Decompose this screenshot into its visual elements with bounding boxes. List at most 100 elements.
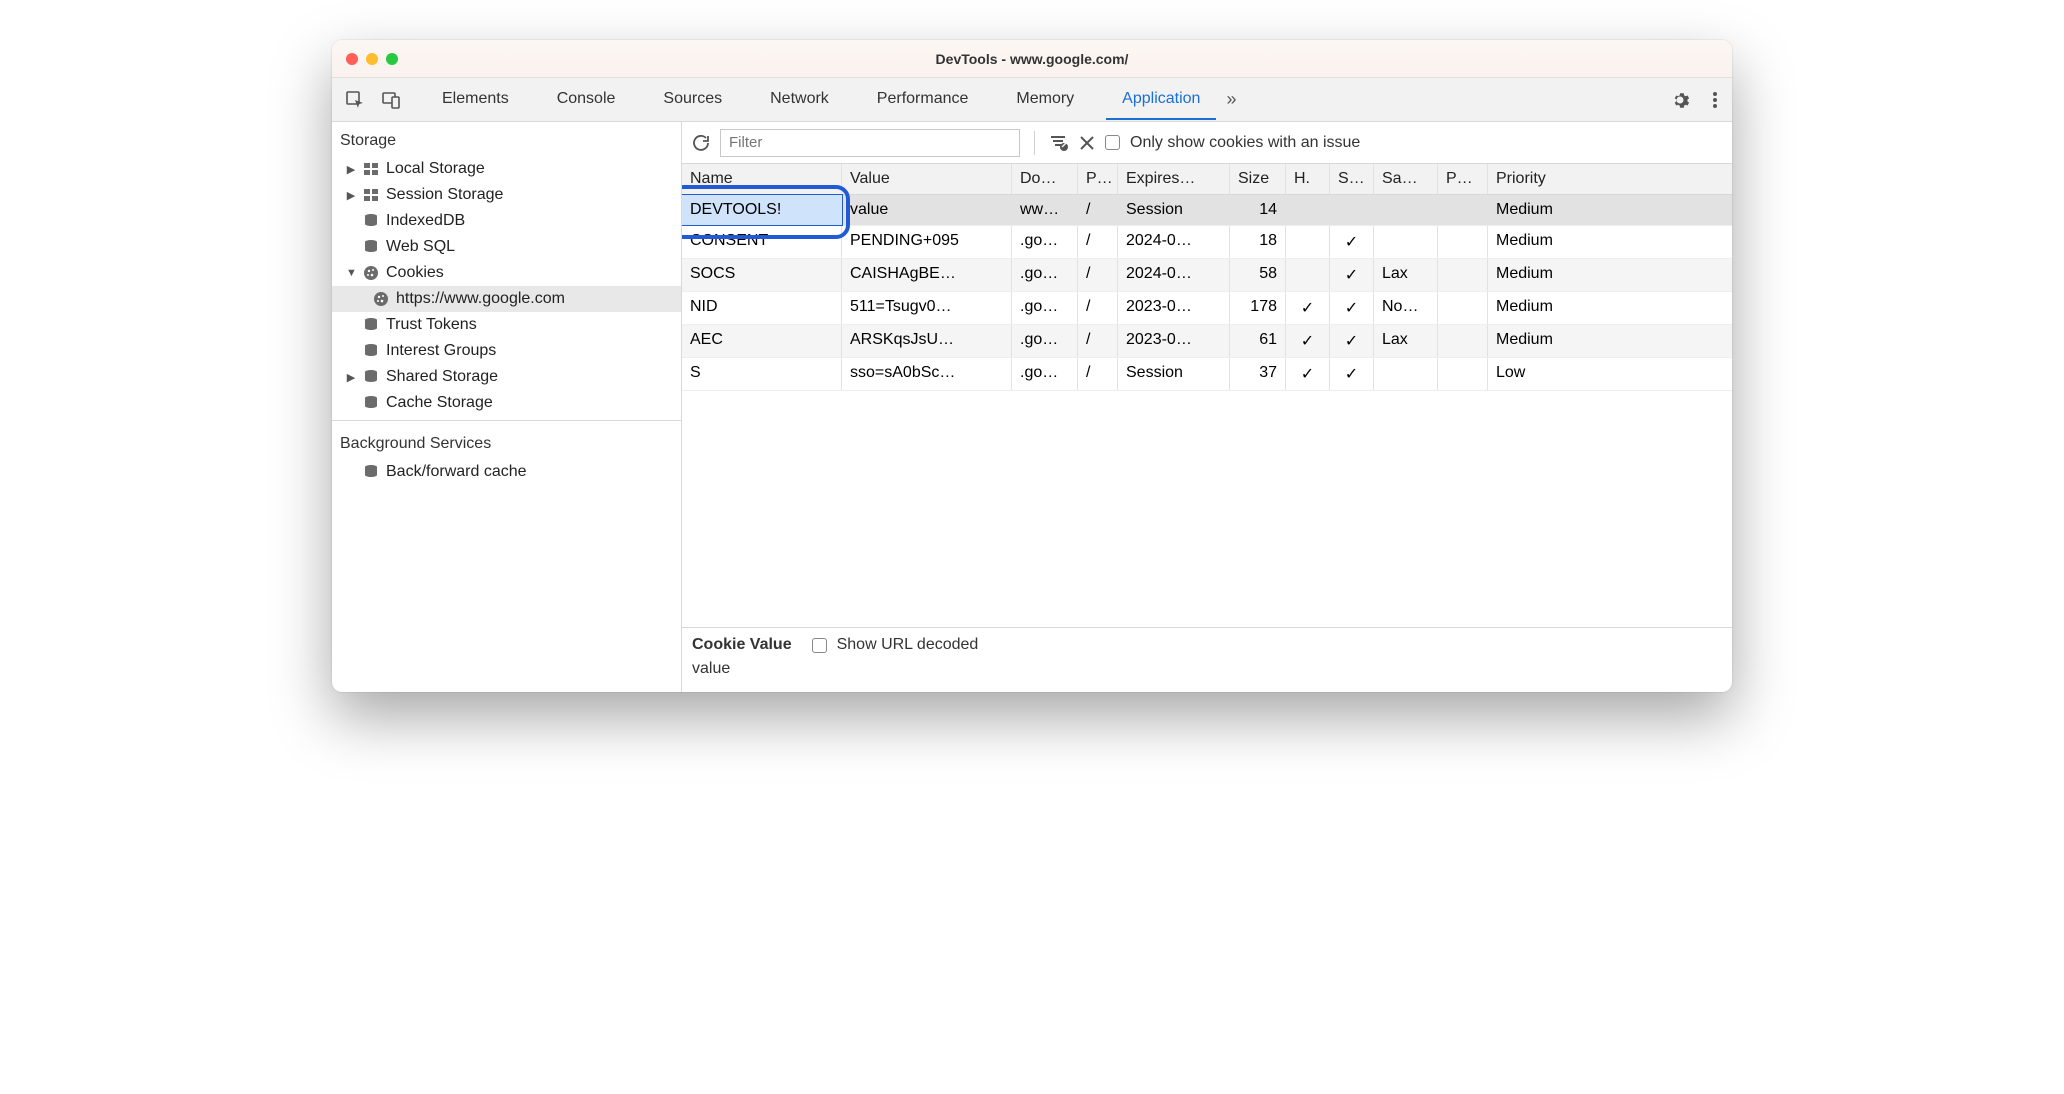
settings-gear-icon[interactable]: [1666, 86, 1694, 114]
cell-http[interactable]: [1286, 259, 1330, 291]
column-header[interactable]: P…: [1078, 164, 1118, 194]
cell-priority[interactable]: Medium: [1488, 226, 1628, 258]
clear-filtered-icon[interactable]: [1049, 134, 1069, 152]
cell-http[interactable]: ✓: [1286, 292, 1330, 324]
tab-sources[interactable]: Sources: [647, 80, 738, 120]
cell-domain[interactable]: .go…: [1012, 259, 1078, 291]
sidebar-item-web-sql[interactable]: ▶Web SQL: [332, 234, 681, 260]
more-tabs-button[interactable]: »: [1218, 89, 1244, 110]
cell-priority[interactable]: Medium: [1488, 292, 1628, 324]
tab-console[interactable]: Console: [541, 80, 632, 120]
sidebar-item-cache-storage[interactable]: ▶Cache Storage: [332, 390, 681, 416]
cell-domain[interactable]: .go…: [1012, 226, 1078, 258]
column-header[interactable]: Sa…: [1374, 164, 1438, 194]
clear-all-icon[interactable]: [1079, 135, 1095, 151]
show-url-decoded-checkbox[interactable]: Show URL decoded: [812, 636, 979, 654]
cell-path[interactable]: /: [1078, 292, 1118, 324]
cell-value[interactable]: sso=sA0bSc…: [842, 358, 1012, 390]
cell-partition[interactable]: [1438, 195, 1488, 225]
table-row[interactable]: CONSENTPENDING+095.go…/2024-0…18✓Medium: [682, 226, 1732, 259]
table-row[interactable]: SOCSCAISHAgBE….go…/2024-0…58✓LaxMedium: [682, 259, 1732, 292]
table-row[interactable]: NID511=Tsugv0….go…/2023-0…178✓✓No…Medium: [682, 292, 1732, 325]
column-header[interactable]: Do…: [1012, 164, 1078, 194]
cell-name[interactable]: SOCS: [682, 259, 842, 291]
cell-partition[interactable]: [1438, 226, 1488, 258]
disclosure-triangle-icon[interactable]: ▼: [346, 267, 356, 279]
tab-elements[interactable]: Elements: [426, 80, 525, 120]
cell-secure[interactable]: ✓: [1330, 226, 1374, 258]
disclosure-triangle-icon[interactable]: ▶: [346, 371, 356, 384]
cell-http[interactable]: ✓: [1286, 358, 1330, 390]
cell-samesite[interactable]: Lax: [1374, 325, 1438, 357]
cell-partition[interactable]: [1438, 325, 1488, 357]
cell-partition[interactable]: [1438, 292, 1488, 324]
cell-size[interactable]: 18: [1230, 226, 1286, 258]
column-header[interactable]: P…: [1438, 164, 1488, 194]
cell-value[interactable]: 511=Tsugv0…: [842, 292, 1012, 324]
refresh-icon[interactable]: [692, 134, 710, 152]
sidebar-item-local-storage[interactable]: ▶Local Storage: [332, 156, 681, 182]
column-header[interactable]: Value: [842, 164, 1012, 194]
more-options-icon[interactable]: [1708, 86, 1722, 114]
disclosure-triangle-icon[interactable]: ▶: [346, 189, 356, 202]
inspect-element-icon[interactable]: [342, 87, 368, 113]
cell-domain[interactable]: .go…: [1012, 292, 1078, 324]
cell-samesite[interactable]: No…: [1374, 292, 1438, 324]
cell-size[interactable]: 58: [1230, 259, 1286, 291]
cell-size[interactable]: 61: [1230, 325, 1286, 357]
cell-domain[interactable]: .go…: [1012, 325, 1078, 357]
table-row[interactable]: Ssso=sA0bSc….go…/Session37✓✓Low: [682, 358, 1732, 391]
cell-samesite[interactable]: Lax: [1374, 259, 1438, 291]
cell-expires[interactable]: 2023-0…: [1118, 325, 1230, 357]
cell-secure[interactable]: [1330, 195, 1374, 225]
sidebar-item-interest-groups[interactable]: ▶Interest Groups: [332, 338, 681, 364]
cell-partition[interactable]: [1438, 358, 1488, 390]
column-header[interactable]: S…: [1330, 164, 1374, 194]
column-header[interactable]: Name: [682, 164, 842, 194]
cell-path[interactable]: /: [1078, 358, 1118, 390]
cell-expires[interactable]: 2023-0…: [1118, 292, 1230, 324]
cell-secure[interactable]: ✓: [1330, 292, 1374, 324]
cell-name[interactable]: S: [682, 358, 842, 390]
tab-application[interactable]: Application: [1106, 80, 1216, 120]
column-header[interactable]: Priority: [1488, 164, 1628, 194]
sidebar-item-indexeddb[interactable]: ▶IndexedDB: [332, 208, 681, 234]
filter-input[interactable]: [720, 129, 1020, 157]
cell-samesite[interactable]: [1374, 358, 1438, 390]
disclosure-triangle-icon[interactable]: ▶: [346, 163, 356, 176]
cell-name[interactable]: NID: [682, 292, 842, 324]
cell-secure[interactable]: ✓: [1330, 325, 1374, 357]
cell-value[interactable]: CAISHAgBE…: [842, 259, 1012, 291]
cell-path[interactable]: /: [1078, 195, 1118, 225]
tab-performance[interactable]: Performance: [861, 80, 985, 120]
device-toolbar-icon[interactable]: [378, 87, 404, 113]
cell-path[interactable]: /: [1078, 226, 1118, 258]
cell-secure[interactable]: ✓: [1330, 259, 1374, 291]
cell-name[interactable]: AEC: [682, 325, 842, 357]
sidebar-item-trust-tokens[interactable]: ▶Trust Tokens: [332, 312, 681, 338]
only-issues-checkbox[interactable]: Only show cookies with an issue: [1105, 134, 1360, 152]
cell-samesite[interactable]: [1374, 226, 1438, 258]
cell-domain[interactable]: .go…: [1012, 358, 1078, 390]
cell-http[interactable]: [1286, 195, 1330, 225]
cell-expires[interactable]: Session: [1118, 358, 1230, 390]
tab-network[interactable]: Network: [754, 80, 845, 120]
sidebar-item-shared-storage[interactable]: ▶Shared Storage: [332, 364, 681, 390]
maximize-window-button[interactable]: [386, 53, 398, 65]
cell-samesite[interactable]: [1374, 195, 1438, 225]
sidebar-item-back-forward-cache[interactable]: ▶Back/forward cache: [332, 459, 681, 485]
cell-priority[interactable]: Medium: [1488, 195, 1628, 225]
close-window-button[interactable]: [346, 53, 358, 65]
cell-http[interactable]: ✓: [1286, 325, 1330, 357]
cell-path[interactable]: /: [1078, 325, 1118, 357]
cell-value[interactable]: ARSKqsJsU…: [842, 325, 1012, 357]
tab-memory[interactable]: Memory: [1000, 80, 1090, 120]
cell-size[interactable]: 37: [1230, 358, 1286, 390]
cell-value[interactable]: PENDING+095: [842, 226, 1012, 258]
cell-partition[interactable]: [1438, 259, 1488, 291]
minimize-window-button[interactable]: [366, 53, 378, 65]
table-row[interactable]: AECARSKqsJsU….go…/2023-0…61✓✓LaxMedium: [682, 325, 1732, 358]
column-header[interactable]: Expires…: [1118, 164, 1230, 194]
cell-domain[interactable]: ww…: [1012, 195, 1078, 225]
cell-name[interactable]: DEVTOOLS!: [682, 195, 842, 225]
